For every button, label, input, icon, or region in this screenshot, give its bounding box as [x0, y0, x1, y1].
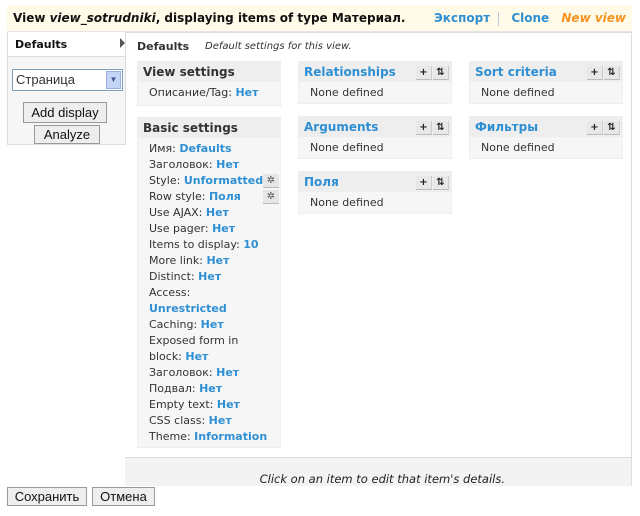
analyze-button[interactable]: Analyze	[34, 125, 100, 144]
display-tab-defaults[interactable]: Defaults	[8, 32, 125, 57]
add-icon[interactable]: +	[416, 66, 432, 80]
rearrange-icon[interactable]: ⇅	[604, 121, 620, 135]
display-type-select[interactable]: Страница ▼	[12, 69, 123, 91]
setting-item[interactable]: CSS class: Нет	[149, 413, 269, 429]
gear-icon[interactable]: ✲	[263, 174, 279, 188]
relationships-box: Relationships + ⇅ None defined	[298, 61, 452, 104]
setting-item[interactable]: Exposed form in block: Нет	[149, 333, 269, 365]
filters-box: Фильтры + ⇅ None defined	[469, 116, 623, 159]
empty-text: None defined	[481, 141, 555, 154]
rearrange-icon[interactable]: ⇅	[433, 66, 449, 80]
setting-item[interactable]: Row style: Поля ✲	[149, 189, 279, 205]
divider	[498, 11, 500, 26]
fields-box: Поля + ⇅ None defined	[298, 171, 452, 214]
setting-item[interactable]: Заголовок: Нет	[149, 365, 269, 381]
basic-settings-box: Basic settings Имя: Defaults Заголовок: Н…	[137, 117, 281, 448]
setting-item[interactable]: Items to display: 10	[149, 237, 269, 253]
rearrange-icon[interactable]: ⇅	[433, 121, 449, 135]
setting-item[interactable]: Use pager: Нет	[149, 221, 269, 237]
relationships-link[interactable]: Relationships	[304, 65, 396, 79]
box-title: View settings	[138, 62, 280, 82]
setting-item[interactable]: Имя: Defaults	[149, 141, 269, 157]
setting-item[interactable]: Заголовок: Нет	[149, 157, 269, 173]
display-panel: Defaults Default settings for this view.…	[125, 32, 632, 486]
setting-item[interactable]: Distinct: Нет	[149, 269, 269, 285]
add-icon[interactable]: +	[587, 121, 603, 135]
box-title: Basic settings	[138, 118, 280, 138]
setting-description[interactable]: Описание/Tag: Нет	[149, 85, 269, 101]
cancel-button[interactable]: Отмена	[92, 487, 155, 506]
arguments-box: Arguments + ⇅ None defined	[298, 116, 452, 159]
clone-link[interactable]: Clone	[511, 11, 549, 25]
setting-item[interactable]: Theme: Information	[149, 429, 269, 445]
chevron-down-icon[interactable]: ▼	[106, 71, 121, 89]
add-icon[interactable]: +	[416, 176, 432, 190]
setting-item[interactable]: Style: Unformatted ✲	[149, 173, 279, 189]
empty-text: None defined	[310, 196, 384, 209]
rearrange-icon[interactable]: ⇅	[604, 66, 620, 80]
view-settings-box: View settings Описание/Tag: Нет	[137, 61, 281, 106]
setting-item[interactable]: Подвал: Нет	[149, 381, 269, 397]
add-display-button[interactable]: Add display	[23, 102, 107, 123]
add-icon[interactable]: +	[416, 121, 432, 135]
arguments-link[interactable]: Arguments	[304, 120, 378, 134]
empty-text: None defined	[310, 86, 384, 99]
display-description: Default settings for this view.	[205, 41, 352, 52]
empty-text: None defined	[310, 141, 384, 154]
setting-item[interactable]: Empty text: Нет	[149, 397, 269, 413]
export-link[interactable]: Экспорт	[434, 11, 490, 25]
view-title: View view_sotrudniki, displaying items o…	[13, 11, 406, 25]
save-button[interactable]: Сохранить	[7, 487, 87, 506]
setting-item[interactable]: Caching: Нет	[149, 317, 269, 333]
empty-text: None defined	[481, 86, 555, 99]
sort-criteria-box: Sort criteria + ⇅ None defined	[469, 61, 623, 104]
setting-item[interactable]: Access: Unrestricted	[149, 285, 269, 317]
sort-criteria-link[interactable]: Sort criteria	[475, 65, 557, 79]
view-header: View view_sotrudniki, displaying items o…	[7, 5, 632, 32]
gear-icon[interactable]: ✲	[263, 190, 279, 204]
filters-link[interactable]: Фильтры	[475, 120, 538, 134]
display-sidebar: Defaults Страница ▼ Add display Analyze	[7, 32, 126, 145]
add-icon[interactable]: +	[587, 66, 603, 80]
display-title: Defaults	[137, 40, 190, 53]
setting-item[interactable]: More link: Нет	[149, 253, 269, 269]
edit-hint: Click on an item to edit that item's det…	[259, 472, 505, 486]
fields-link[interactable]: Поля	[304, 175, 339, 189]
rearrange-icon[interactable]: ⇅	[433, 176, 449, 190]
details-area: Click on an item to edit that item's det…	[125, 457, 631, 486]
new-view-link[interactable]: New view	[561, 11, 626, 25]
setting-item[interactable]: Use AJAX: Нет	[149, 205, 269, 221]
